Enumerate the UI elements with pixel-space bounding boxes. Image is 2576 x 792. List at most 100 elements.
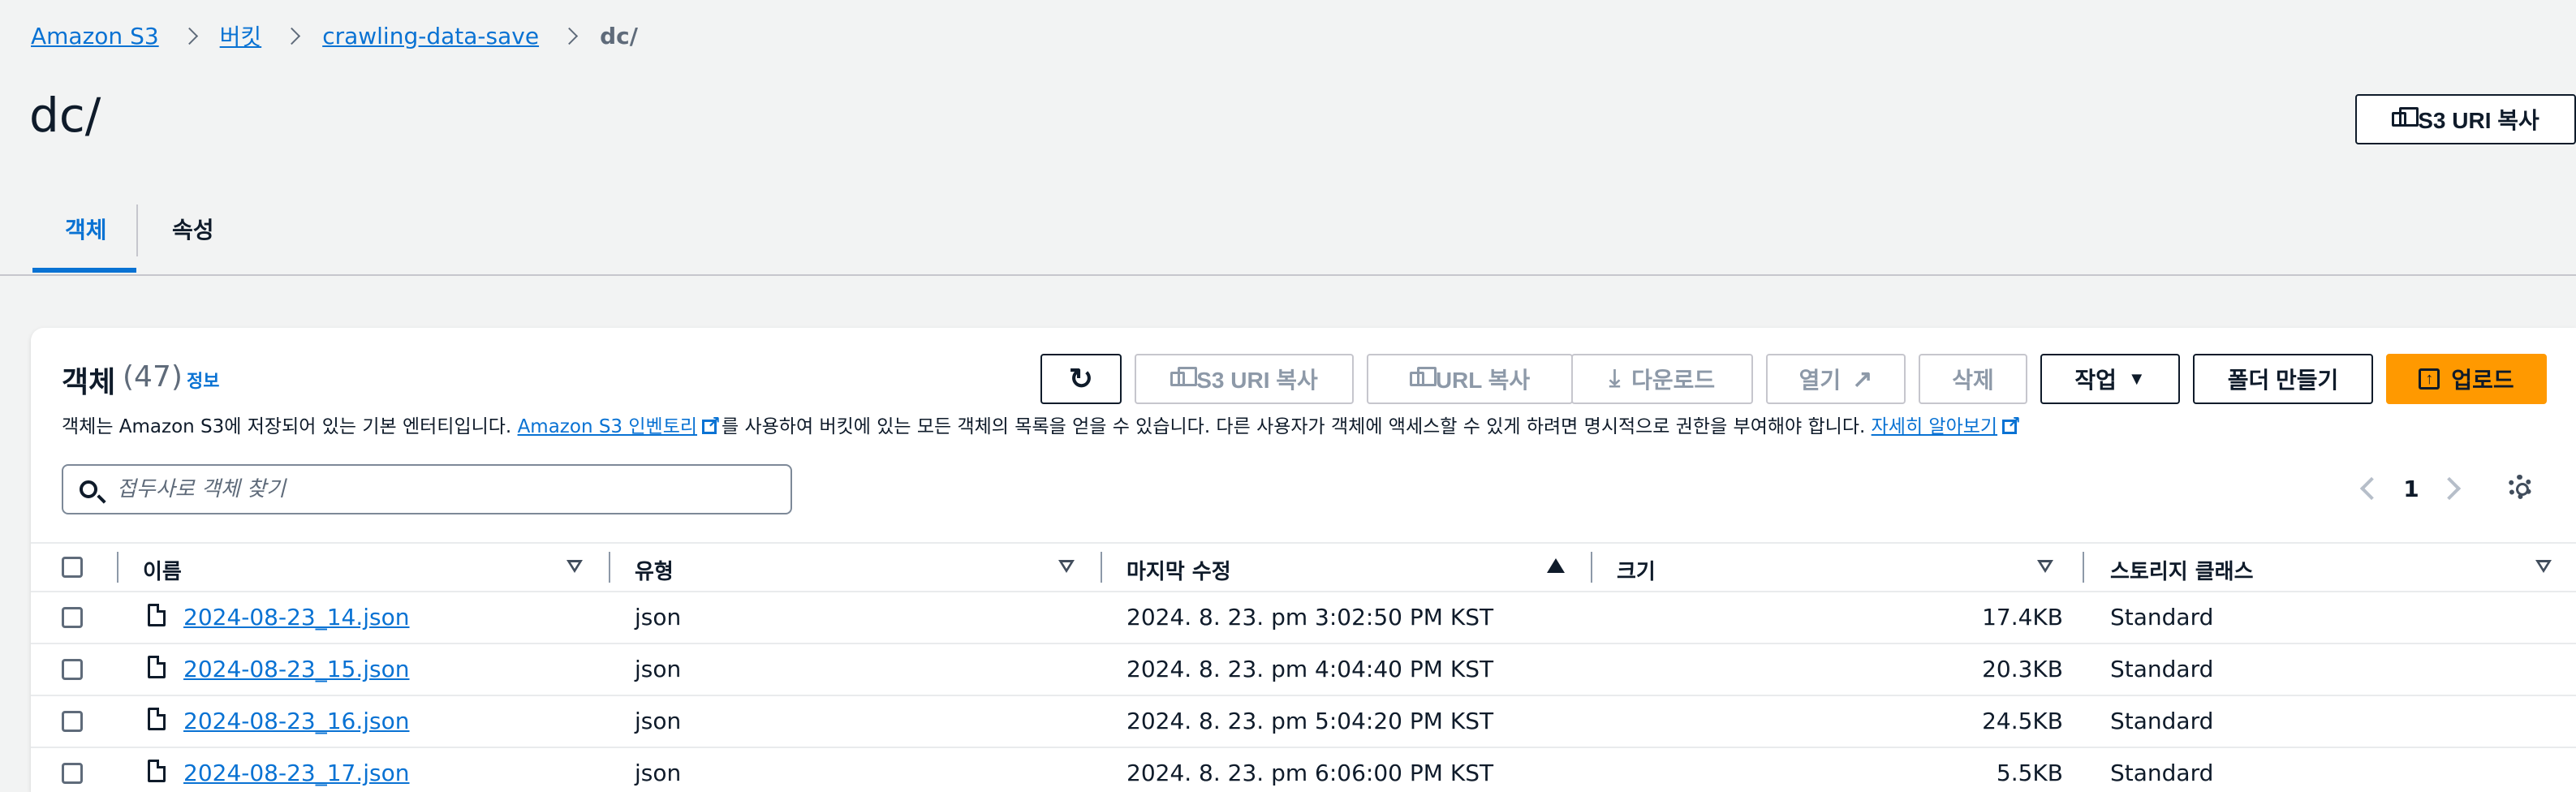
copy-url-button[interactable]: URL 복사 [1367, 354, 1573, 404]
object-size: 20.3KB [1982, 656, 2063, 682]
chevron-right-icon [283, 27, 301, 45]
object-type: json [635, 604, 682, 631]
object-name-link[interactable]: 2024-08-23_16.json [183, 708, 410, 734]
info-link[interactable]: 정보 [187, 367, 219, 393]
search-input[interactable] [115, 476, 784, 502]
upload-label: 업로드 [2451, 368, 2514, 393]
object-name-link[interactable]: 2024-08-23_17.json [183, 760, 410, 786]
search-icon [80, 480, 97, 498]
breadcrumb: Amazon S3 버킷 crawling-data-save dc/ [31, 19, 638, 52]
column-header-name[interactable]: 이름 [143, 555, 182, 585]
active-tab-indicator [32, 268, 136, 273]
table-row: 2024-08-23_16.json json 2024. 8. 23. pm … [31, 696, 2576, 748]
download-button[interactable]: ⤓ 다운로드 [1571, 354, 1753, 404]
file-icon [148, 708, 166, 730]
pagination-next[interactable] [2433, 471, 2466, 506]
description-text-2: 를 사용하여 버킷에 있는 모든 객체의 목록을 얻을 수 있습니다. 다른 사… [722, 416, 1872, 437]
column-divider[interactable] [1591, 552, 1592, 583]
pagination-current-page[interactable]: 1 [2399, 471, 2423, 506]
copy-icon [1409, 367, 1437, 386]
pagination-prev[interactable] [2355, 471, 2388, 506]
refresh-icon: ↻ [1068, 362, 1094, 395]
copy-s3-uri-header-label: S3 URI 복사 [2418, 108, 2539, 133]
row-checkbox[interactable] [62, 711, 83, 732]
column-divider[interactable] [1101, 552, 1102, 583]
row-checkbox[interactable] [62, 607, 83, 628]
copy-s3-uri-label: S3 URI 복사 [1196, 368, 1318, 393]
table-row: 2024-08-23_15.json json 2024. 8. 23. pm … [31, 644, 2576, 696]
delete-button[interactable]: 삭제 [1919, 354, 2027, 404]
column-header-last-modified[interactable]: 마지막 수정 [1126, 555, 1231, 585]
object-size: 17.4KB [1982, 604, 2063, 631]
file-icon [148, 760, 166, 782]
create-folder-label: 폴더 만들기 [2227, 368, 2339, 393]
settings-gear-icon[interactable] [2508, 475, 2532, 499]
open-label: 열기 [1798, 368, 1842, 393]
object-last-modified: 2024. 8. 23. pm 3:02:50 PM KST [1126, 604, 1494, 631]
actions-dropdown[interactable]: 작업 ▼ [2040, 354, 2180, 404]
object-size: 5.5KB [1996, 760, 2063, 786]
sort-ascending-icon[interactable] [1547, 558, 1565, 573]
objects-description: 객체는 Amazon S3에 저장되어 있는 기본 엔터티입니다. Amazon… [62, 411, 2022, 438]
object-last-modified: 2024. 8. 23. pm 4:04:40 PM KST [1126, 656, 1494, 682]
object-storage-class: Standard [2110, 760, 2214, 786]
sort-icon[interactable] [566, 560, 583, 573]
object-last-modified: 2024. 8. 23. pm 5:04:20 PM KST [1126, 708, 1494, 734]
copy-icon [1170, 367, 1198, 386]
sort-icon[interactable] [2535, 560, 2552, 573]
description-text-1: 객체는 Amazon S3에 저장되어 있는 기본 엔터티입니다. [62, 416, 518, 437]
object-name-link[interactable]: 2024-08-23_14.json [183, 604, 410, 631]
table-header: 이름 유형 마지막 수정 크기 스토리지 클래스 [31, 542, 2576, 592]
tabs: 객체 속성 [0, 187, 2576, 276]
refresh-button[interactable]: ↻ [1040, 354, 1122, 404]
upload-icon: ↑ [2419, 368, 2440, 390]
upload-button[interactable]: ↑ 업로드 [2386, 354, 2547, 404]
copy-url-label: URL 복사 [1435, 368, 1531, 393]
copy-s3-uri-header-button[interactable]: S3 URI 복사 [2355, 94, 2576, 144]
tab-divider [136, 204, 138, 256]
breadcrumb-bucket[interactable]: crawling-data-save [322, 23, 539, 50]
breadcrumb-buckets[interactable]: 버킷 [220, 19, 262, 52]
copy-s3-uri-button[interactable]: S3 URI 복사 [1135, 354, 1354, 404]
select-all-checkbox[interactable] [62, 557, 83, 578]
open-button[interactable]: 열기 ↗ [1766, 354, 1906, 404]
object-size: 24.5KB [1982, 708, 2063, 734]
chevron-right-icon [560, 27, 579, 45]
column-header-storage-class[interactable]: 스토리지 클래스 [2110, 555, 2254, 585]
create-folder-button[interactable]: 폴더 만들기 [2193, 354, 2373, 404]
external-link-icon [2002, 412, 2021, 434]
row-checkbox[interactable] [62, 763, 83, 784]
learn-more-link[interactable]: 자세히 알아보기 [1872, 416, 1997, 437]
external-link-icon: ↗ [1852, 365, 1873, 393]
object-type: json [635, 760, 682, 786]
table-row: 2024-08-23_14.json json 2024. 8. 23. pm … [31, 592, 2576, 644]
column-divider[interactable] [2083, 552, 2084, 583]
column-header-type[interactable]: 유형 [635, 555, 674, 585]
actions-label: 작업 [2074, 368, 2117, 393]
breadcrumb-amazon-s3[interactable]: Amazon S3 [31, 23, 159, 50]
delete-label: 삭제 [1952, 368, 1994, 393]
download-label: 다운로드 [1631, 368, 1716, 393]
table-row: 2024-08-23_17.json json 2024. 8. 23. pm … [31, 748, 2576, 792]
breadcrumb-current: dc/ [600, 22, 638, 50]
object-name-link[interactable]: 2024-08-23_15.json [183, 656, 410, 682]
row-checkbox[interactable] [62, 659, 83, 680]
sort-icon[interactable] [2037, 560, 2053, 573]
object-last-modified: 2024. 8. 23. pm 6:06:00 PM KST [1126, 760, 1494, 786]
sort-icon[interactable] [1058, 560, 1075, 573]
chevron-left-icon [2359, 476, 2384, 501]
tab-objects[interactable]: 객체 [65, 213, 107, 245]
page-title: dc/ [29, 88, 101, 143]
copy-icon [2392, 107, 2419, 127]
object-type: json [635, 656, 682, 682]
s3-inventory-link[interactable]: Amazon S3 인벤토리 [518, 416, 697, 437]
object-storage-class: Standard [2110, 604, 2214, 631]
external-link-icon [702, 412, 721, 434]
download-icon: ⤓ [1609, 365, 1621, 392]
chevron-right-icon [2437, 476, 2462, 501]
tab-properties[interactable]: 속성 [172, 213, 214, 245]
chevron-right-icon [180, 27, 198, 45]
object-type: json [635, 708, 682, 734]
column-divider[interactable] [609, 552, 610, 583]
column-header-size[interactable]: 크기 [1617, 555, 1656, 585]
